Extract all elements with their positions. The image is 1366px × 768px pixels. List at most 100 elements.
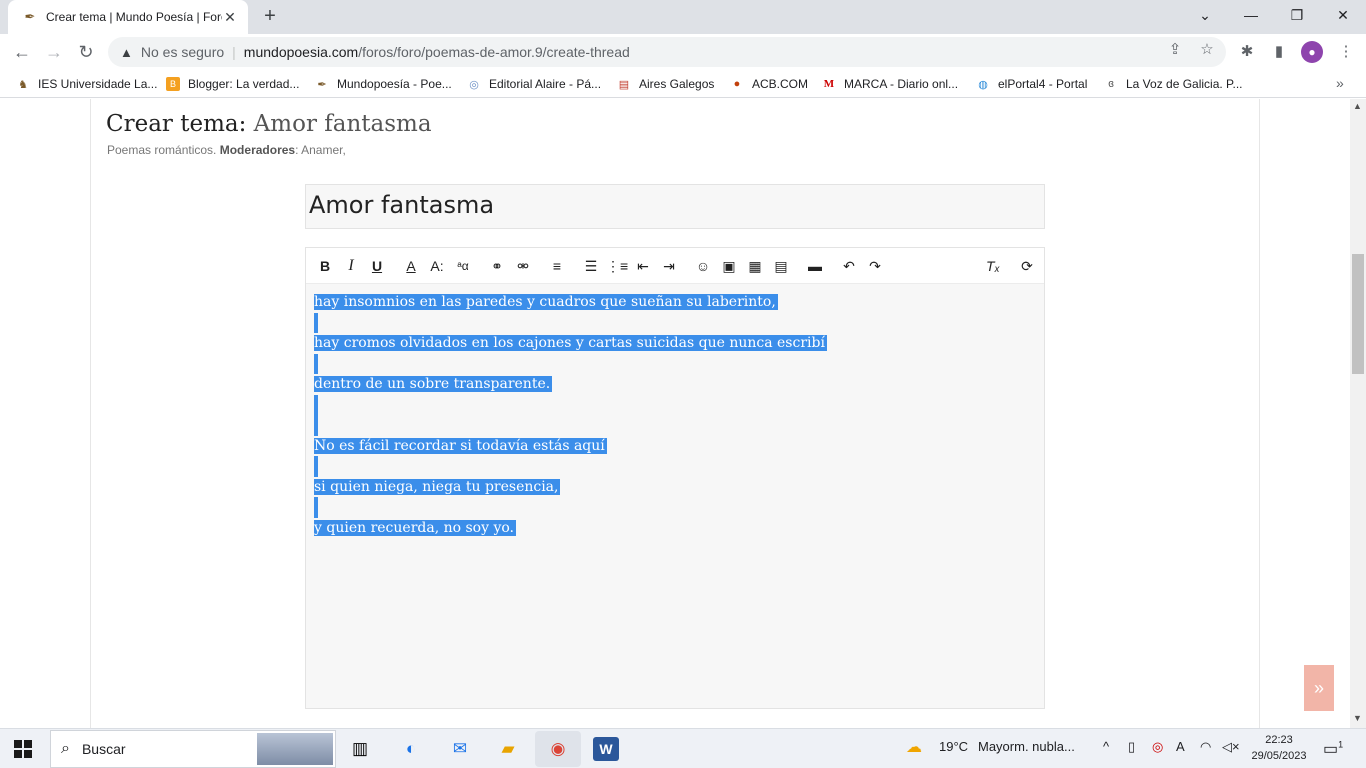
meet-icon[interactable]: ▯ xyxy=(1128,739,1135,755)
save-draft-icon[interactable]: ▬ xyxy=(804,256,826,276)
chrome-icon[interactable]: ◉ xyxy=(545,737,571,761)
clear-format-icon[interactable]: Tₓ xyxy=(982,256,1004,276)
bookmark-2[interactable]: ✒ Mundopoesía - Poe... xyxy=(315,75,451,93)
scrollbar-thumb[interactable] xyxy=(1352,254,1364,374)
editor-line[interactable] xyxy=(314,415,1034,436)
bookmark-0[interactable]: ♞ IES Universidade La... xyxy=(16,75,157,93)
tab-search-button[interactable]: ⌄ xyxy=(1182,0,1228,30)
back-to-top-button[interactable]: » xyxy=(1304,665,1334,711)
tab-active[interactable]: ✒ Crear tema | Mundo Poesía | Foro ✕ xyxy=(8,0,248,34)
align-icon[interactable]: ≡ xyxy=(546,256,568,276)
bookmark-6[interactable]: M MARCA - Diario onl... xyxy=(822,75,958,93)
volume-icon[interactable]: ◁× xyxy=(1222,739,1240,755)
thread-title: Amor fantasma xyxy=(253,111,432,137)
forward-arrow-icon[interactable]: → xyxy=(42,40,66,64)
task-view-icon[interactable]: ▥ xyxy=(347,737,373,761)
avatar[interactable]: ● xyxy=(1301,41,1323,63)
bookmark-7[interactable]: ◍ elPortal4 - Portal xyxy=(976,75,1087,93)
scroll-up-icon[interactable]: ▲ xyxy=(1353,101,1362,111)
smiley-icon[interactable]: ☺ xyxy=(692,256,714,276)
taskbar-search[interactable]: ⌕ Buscar xyxy=(50,730,336,768)
clock[interactable]: 22:23 29/05/2023 xyxy=(1248,732,1310,764)
weather-desc[interactable]: Mayorm. nubla... xyxy=(978,739,1075,754)
redo-icon[interactable]: ↷ xyxy=(864,256,886,276)
language-icon[interactable]: A xyxy=(1176,739,1185,754)
restore-button[interactable]: ❐ xyxy=(1274,0,1320,30)
menu-icon[interactable]: ⋮ xyxy=(1336,42,1356,62)
address-bar[interactable]: ▲ No es seguro | mundopoesia.com/foros/f… xyxy=(108,37,1226,67)
close-window-button[interactable]: ✕ xyxy=(1320,0,1366,30)
font-family-icon[interactable]: ᵃα xyxy=(452,256,474,276)
bookmark-8[interactable]: ɞ La Voz de Galicia. P... xyxy=(1104,75,1242,93)
page-title: Crear tema: Amor fantasma xyxy=(106,111,432,137)
insert-icon[interactable]: ▤ xyxy=(770,256,792,276)
editor-line[interactable] xyxy=(314,497,1034,518)
back-arrow-icon[interactable]: ← xyxy=(10,40,34,64)
editor-line[interactable]: dentro de un sobre transparente. xyxy=(314,374,1034,395)
thread-title-input[interactable]: Amor fantasma xyxy=(305,184,1045,229)
warning-icon[interactable]: ▲ xyxy=(120,45,133,60)
security-label[interactable]: No es seguro xyxy=(141,44,224,60)
divider: | xyxy=(232,44,236,60)
indent-icon[interactable]: ⇥ xyxy=(658,256,680,276)
bookmark-5[interactable]: ● ACB.COM xyxy=(730,75,808,93)
editor-body[interactable]: hay insomnios en las paredes y cuadros q… xyxy=(314,292,1034,538)
sidepanel-icon[interactable]: ▮ xyxy=(1269,42,1289,62)
editor-line[interactable] xyxy=(314,353,1034,374)
word-icon[interactable]: W xyxy=(593,737,619,761)
antivirus-icon[interactable]: ◎ xyxy=(1152,739,1163,755)
underline-icon[interactable]: U xyxy=(366,256,388,276)
star-icon[interactable]: ☆ xyxy=(1198,41,1216,59)
reload-icon[interactable]: ↻ xyxy=(74,40,98,64)
url-host: mundopoesia.com xyxy=(243,44,359,60)
wifi-icon[interactable]: ◠ xyxy=(1200,739,1211,755)
windows-start-icon[interactable] xyxy=(14,740,32,758)
mail-icon[interactable]: ✉ xyxy=(447,737,473,761)
more-bookmarks-icon[interactable]: » xyxy=(1336,75,1344,91)
extensions-icon[interactable]: ✱ xyxy=(1237,42,1257,62)
media-icon[interactable]: ▦ xyxy=(744,256,766,276)
chevron-up-icon[interactable]: ^ xyxy=(1103,739,1109,754)
explorer-icon[interactable]: ▰ xyxy=(495,737,521,761)
minimize-button[interactable]: — xyxy=(1228,0,1274,30)
new-tab-button[interactable]: + xyxy=(258,4,282,28)
image-icon[interactable]: ▣ xyxy=(718,256,740,276)
edge-icon[interactable]: ◐ xyxy=(398,737,424,761)
weather-temp[interactable]: 19°C xyxy=(939,739,968,754)
editor-line[interactable]: hay insomnios en las paredes y cuadros q… xyxy=(314,292,1034,313)
italic-icon[interactable]: I xyxy=(340,256,362,276)
tab-title: Crear tema | Mundo Poesía | Foro xyxy=(46,10,222,24)
bullet-list-icon[interactable]: ☰ xyxy=(580,256,602,276)
bookmark-4[interactable]: ▤ Aires Galegos xyxy=(617,75,715,93)
editor-line[interactable]: y quien recuerda, no soy yo. xyxy=(314,518,1034,539)
rich-text-editor[interactable]: B I U A A: ᵃα ⚭ ⚮ ≡ ☰ ⋮≡ ⇤ ⇥ ☺ ▣ ▦ ▤ ▬ ↶… xyxy=(305,247,1045,709)
editor-line[interactable] xyxy=(314,312,1034,333)
undo-icon[interactable]: ↶ xyxy=(838,256,860,276)
tab-close-icon[interactable]: ✕ xyxy=(222,9,238,26)
outdent-icon[interactable]: ⇤ xyxy=(632,256,654,276)
page-scrollbar[interactable]: ▲ ▼ xyxy=(1350,99,1366,728)
unlink-icon[interactable]: ⚮ xyxy=(512,256,534,276)
font-size-icon[interactable]: A: xyxy=(426,256,448,276)
share-icon[interactable]: ⇪ xyxy=(1166,41,1184,59)
bold-icon[interactable]: B xyxy=(314,256,336,276)
forum-description: Poemas románticos. Moderadores: Anamer, xyxy=(107,143,346,157)
selected-text xyxy=(314,394,318,415)
editor-line[interactable]: hay cromos olvidados en los cajones y ca… xyxy=(314,333,1034,354)
editor-line[interactable]: si quien niega, niega tu presencia, xyxy=(314,477,1034,498)
bookmark-3[interactable]: ◎ Editorial Alaire - Pá... xyxy=(467,75,601,93)
link-icon[interactable]: ⚭ xyxy=(486,256,508,276)
editor-line[interactable] xyxy=(314,456,1034,477)
bookmark-1[interactable]: B Blogger: La verdad... xyxy=(166,75,299,93)
weather-icon[interactable]: ☁ xyxy=(906,737,922,757)
editor-line[interactable]: No es fácil recordar si todavía estás aq… xyxy=(314,436,1034,457)
url-path: /foros/foro/poemas-de-amor.9/create-thre… xyxy=(358,44,630,60)
notification-icon[interactable]: ▭1 xyxy=(1323,739,1343,759)
number-list-icon[interactable]: ⋮≡ xyxy=(606,256,628,276)
selected-text xyxy=(314,312,318,333)
scroll-down-icon[interactable]: ▼ xyxy=(1353,713,1362,723)
editor-toolbar: B I U A A: ᵃα ⚭ ⚮ ≡ ☰ ⋮≡ ⇤ ⇥ ☺ ▣ ▦ ▤ ▬ ↶… xyxy=(306,248,1044,284)
toggle-bbcode-icon[interactable]: ⟳ xyxy=(1016,256,1038,276)
text-color-icon[interactable]: A xyxy=(400,256,422,276)
editor-line[interactable] xyxy=(314,394,1034,415)
